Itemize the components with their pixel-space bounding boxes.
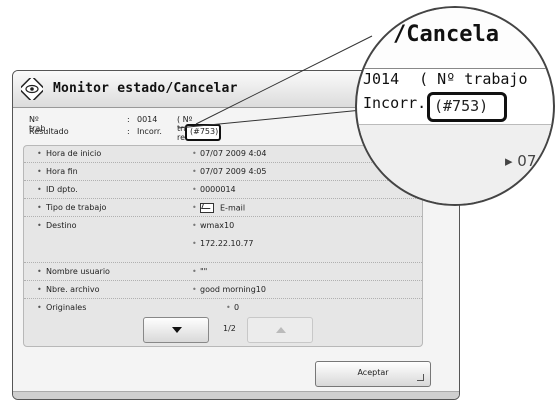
magnified-job-ref: ( Nº trabajo — [419, 70, 528, 88]
magnified-job: J014 — [363, 70, 400, 88]
magnified-title-bar: /Cancela — [357, 8, 553, 69]
magnified-title: /Cancela — [393, 22, 499, 47]
magnified-value: ▸ 07 — [505, 152, 537, 170]
magnified-error-code: (#753) — [434, 97, 489, 115]
magnified-job-line: J014 ( Nº trabajo — [363, 70, 528, 88]
magnified-error-highlight: (#753) — [427, 92, 507, 122]
magnifier-callout: /Cancela J014 ( Nº trabajo Incorr. (#753)… — [355, 6, 555, 206]
magnified-result: Incorr. — [363, 94, 427, 112]
